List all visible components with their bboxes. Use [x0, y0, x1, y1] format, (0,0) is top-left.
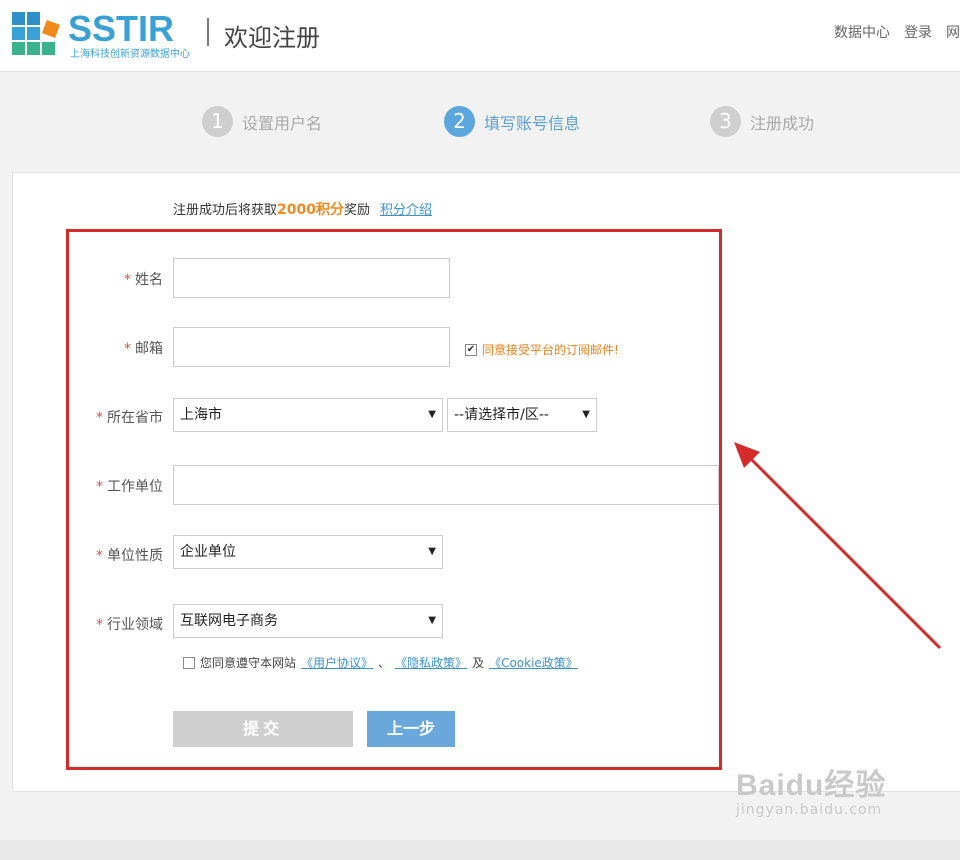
footer-bar	[0, 840, 960, 860]
registration-steps: 1 设置用户名 2 填写账号信息 3 注册成功	[0, 100, 960, 146]
bonus-notice: 注册成功后将获取2000积分奖励 积分介绍	[173, 199, 432, 219]
step-label: 填写账号信息	[484, 113, 581, 133]
nav-login[interactable]: 登录	[904, 22, 932, 42]
step-2: 2 填写账号信息	[444, 106, 580, 137]
step-1: 1 设置用户名	[202, 106, 322, 137]
logo-icon[interactable]	[12, 12, 62, 58]
watermark-main: Baidu经验	[736, 769, 887, 802]
step-label: 设置用户名	[242, 113, 323, 133]
watermark-sub: jingyan.baidu.com	[736, 802, 883, 818]
annotation-arrow	[734, 442, 942, 650]
logo-text[interactable]: SSTIR	[68, 8, 174, 50]
points-intro-link[interactable]: 积分介绍	[380, 203, 432, 218]
bonus-points: 2000积分	[277, 202, 344, 218]
annotation-highlight-box	[66, 229, 722, 770]
step-label: 注册成功	[750, 113, 815, 133]
top-nav: 数据中心 登录 网	[834, 22, 960, 42]
baidu-watermark: Baidu经验 jingyan.baidu.com	[736, 760, 886, 818]
step-number: 1	[202, 106, 233, 137]
logo-subtitle: 上海科技创新资源数据中心	[70, 49, 190, 60]
bonus-prefix: 注册成功后将获取	[173, 203, 278, 218]
step-number: 3	[710, 106, 741, 137]
header-divider	[207, 18, 209, 46]
step-3: 3 注册成功	[710, 106, 814, 137]
step-number: 2	[444, 106, 475, 137]
nav-more[interactable]: 网	[946, 22, 960, 42]
bonus-suffix: 奖励	[343, 203, 370, 218]
site-header: SSTIR 上海科技创新资源数据中心 欢迎注册 数据中心 登录 网	[0, 0, 960, 72]
nav-data-center[interactable]: 数据中心	[834, 22, 890, 42]
page-title: 欢迎注册	[224, 24, 320, 52]
